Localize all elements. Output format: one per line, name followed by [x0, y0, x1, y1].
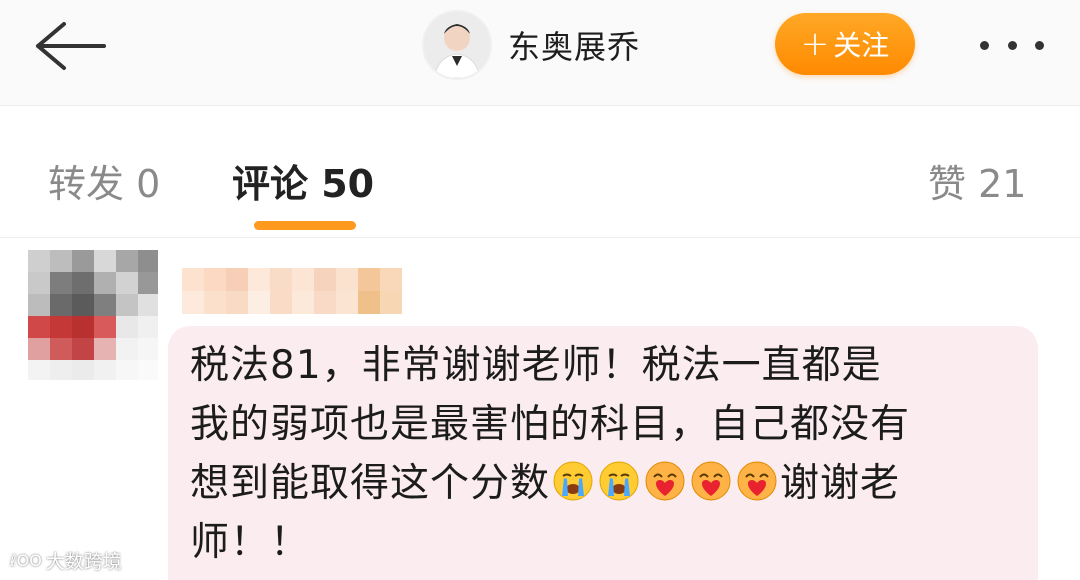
- comment-line: 税法81，非常谢谢老师！税法一直都是: [190, 343, 882, 388]
- active-tab-indicator: [254, 221, 356, 230]
- commenter-name[interactable]: [182, 268, 402, 314]
- follow-button[interactable]: + 关注: [775, 13, 915, 75]
- author-name[interactable]: 东奥展乔: [508, 22, 640, 68]
- tab-repost[interactable]: 转发 0: [48, 153, 160, 208]
- love-heart-emoji-icon: [690, 460, 732, 502]
- tab-comment[interactable]: 评论 50: [232, 153, 374, 208]
- comment-text: 税法81，非常谢谢老师！税法一直都是 我的弱项也是最害怕的科目，自己都没有 想到…: [190, 336, 1020, 572]
- comment-line: 我的弱项也是最害怕的科目，自己都没有: [190, 402, 911, 447]
- crying-emoji-icon: [552, 460, 594, 502]
- watermark-text: 大数跨境: [45, 550, 122, 573]
- watermark-logo-icon: ℓOO: [10, 550, 42, 570]
- comment-line: 想到能取得这个分数 谢谢老: [190, 460, 901, 506]
- follow-label: 关注: [833, 29, 890, 62]
- plus-icon: +: [800, 24, 830, 64]
- love-heart-emoji-icon: [736, 460, 778, 502]
- top-bar: 东奥展乔 + 关注: [0, 0, 1080, 106]
- comment-line: 师！！: [190, 520, 311, 565]
- watermark: ℓOO 大数跨境: [10, 546, 122, 574]
- crying-emoji-icon: [598, 460, 640, 502]
- author-avatar[interactable]: [422, 10, 492, 80]
- commenter-avatar[interactable]: [28, 250, 158, 380]
- love-heart-emoji-icon: [644, 460, 686, 502]
- back-arrow-icon[interactable]: [28, 18, 108, 74]
- post-tabs: 转发 0 评论 50 赞 21: [0, 107, 1080, 238]
- more-dots-icon[interactable]: [972, 20, 1052, 70]
- tab-like[interactable]: 赞 21: [928, 153, 1026, 208]
